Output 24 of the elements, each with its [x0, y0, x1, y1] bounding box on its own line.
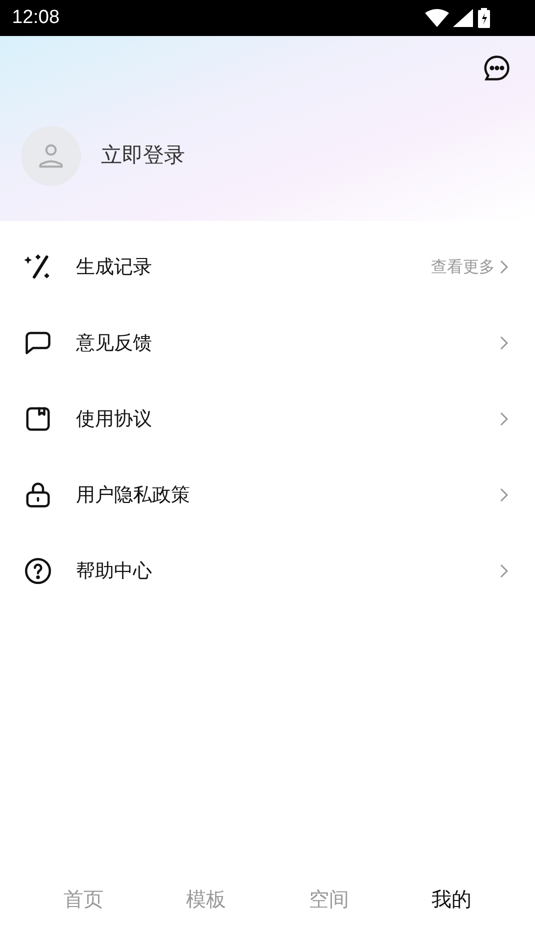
menu-item[interactable]: 用户隐私政策 — [0, 457, 535, 533]
menu-label: 意见反馈 — [76, 330, 152, 356]
chevron-right-icon — [499, 487, 509, 503]
signal-icon — [453, 9, 473, 27]
menu-item[interactable]: 使用协议 — [0, 381, 535, 457]
menu-label: 生成记录 — [76, 254, 152, 280]
menu-label: 使用协议 — [76, 406, 152, 432]
menu-item[interactable]: 生成记录 查看更多 — [0, 229, 535, 305]
wifi-icon — [425, 9, 449, 27]
status-time: 12:08 — [12, 6, 60, 30]
help-icon — [23, 556, 53, 586]
chevron-right-icon — [499, 411, 509, 427]
nav-tab[interactable]: 我的 — [390, 884, 513, 914]
menu-label: 用户隐私政策 — [76, 482, 190, 508]
login-button[interactable]: 立即登录 — [21, 126, 185, 186]
menu-item[interactable]: 帮助中心 — [0, 533, 535, 609]
battery-icon — [477, 8, 491, 28]
chevron-right-icon — [499, 335, 509, 351]
chat-icon — [482, 53, 512, 83]
more-link: 查看更多 — [431, 256, 495, 278]
menu-item[interactable]: 意见反馈 — [0, 305, 535, 381]
chevron-right-icon — [499, 259, 509, 275]
chevron-right-icon — [499, 563, 509, 579]
menu-label: 帮助中心 — [76, 558, 152, 584]
